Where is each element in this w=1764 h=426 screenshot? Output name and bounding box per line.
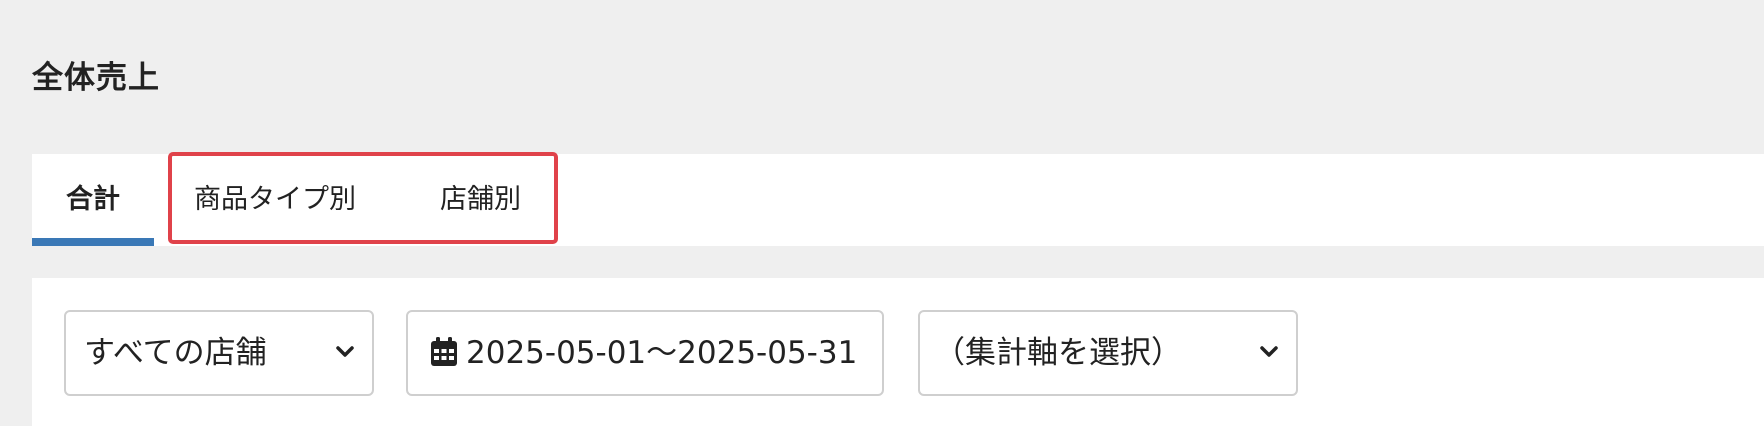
tab-by-product-type[interactable]: 商品タイプ別 <box>194 154 356 246</box>
store-select-value: すべての店舗 <box>84 335 267 371</box>
active-tab-indicator <box>32 238 154 246</box>
tab-by-product-type-label: 商品タイプ別 <box>194 184 356 215</box>
tab-by-store[interactable]: 店舗別 <box>440 154 521 246</box>
page-title: 全体売上 <box>32 60 160 96</box>
date-range-value: 2025-05-01〜2025-05-31 <box>466 335 858 371</box>
calendar-icon <box>431 336 457 366</box>
chevron-down-icon <box>1260 346 1278 357</box>
page: 全体売上 合計 商品タイプ別 店舗別 すべての店舗 2025-05-01〜202… <box>0 0 1764 426</box>
store-select[interactable]: すべての店舗 <box>64 310 374 396</box>
filter-panel: すべての店舗 2025-05-01〜2025-05-31 （集計軸を選択） <box>32 278 1764 426</box>
date-range-picker[interactable]: 2025-05-01〜2025-05-31 <box>406 310 884 396</box>
tab-total-label: 合計 <box>66 184 120 215</box>
aggregation-axis-select[interactable]: （集計軸を選択） <box>918 310 1298 396</box>
tab-by-store-label: 店舗別 <box>440 184 521 215</box>
tab-bar: 合計 商品タイプ別 店舗別 <box>32 154 1764 246</box>
tab-total[interactable]: 合計 <box>32 154 154 246</box>
aggregation-axis-value: （集計軸を選択） <box>934 335 1182 371</box>
chevron-down-icon <box>336 346 354 357</box>
